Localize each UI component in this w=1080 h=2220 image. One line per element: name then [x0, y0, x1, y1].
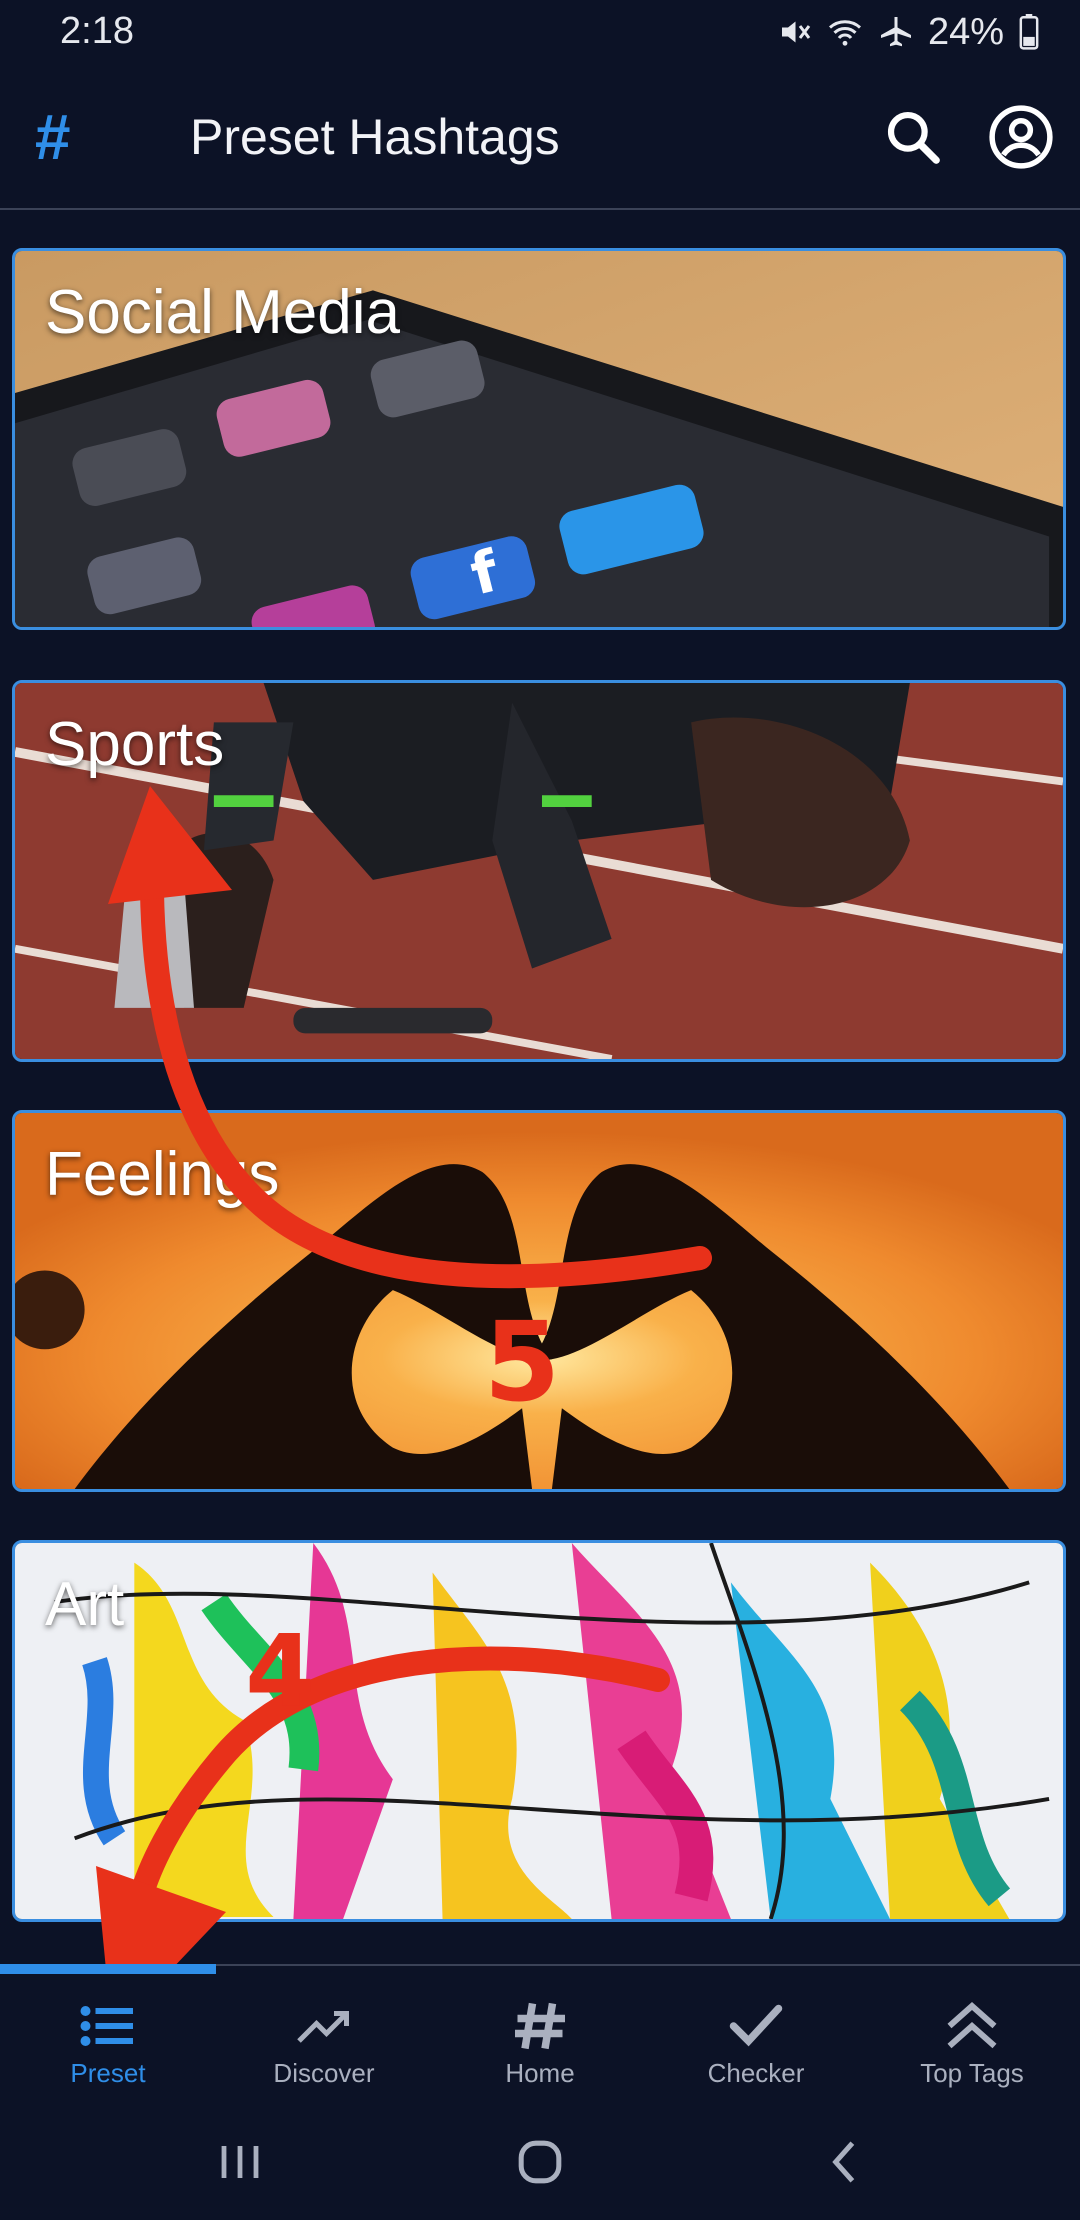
- nav-tab-checker[interactable]: Checker: [648, 1966, 864, 2106]
- status-bar: 2:18 24%: [0, 0, 1080, 64]
- category-card-social-media[interactable]: f Social Media: [12, 248, 1066, 630]
- hashtag-icon: [515, 2002, 565, 2050]
- home-system-button[interactable]: [460, 2104, 620, 2220]
- system-navigation-bar: [0, 2104, 1080, 2220]
- search-icon: [887, 111, 940, 164]
- nav-label-home: Home: [505, 2058, 575, 2088]
- card-label-social-media: Social Media: [45, 278, 400, 347]
- category-card-feelings[interactable]: Feelings: [12, 1110, 1066, 1492]
- wifi-icon: [826, 14, 864, 50]
- nav-tab-top-tags[interactable]: Top Tags: [864, 1966, 1080, 2106]
- nav-label-top-tags: Top Tags: [920, 2058, 1024, 2088]
- hashtag-logo-icon: #: [34, 101, 70, 173]
- checkmark-icon: [729, 2004, 783, 2047]
- search-button[interactable]: [876, 100, 950, 174]
- battery-percent: 24%: [927, 10, 1004, 53]
- double-chevron-up-icon: [947, 2001, 997, 2049]
- nav-label-checker: Checker: [707, 2058, 805, 2088]
- app-bar-divider: [0, 208, 1080, 210]
- recent-apps-icon: [221, 2146, 259, 2178]
- page-title: Preset Hashtags: [190, 109, 560, 165]
- nav-tab-preset[interactable]: Preset: [0, 1966, 216, 2106]
- home-circle-icon: [518, 2140, 562, 2184]
- nav-tab-discover[interactable]: Discover: [216, 1966, 432, 2106]
- category-card-art[interactable]: Art: [12, 1540, 1066, 1922]
- recent-apps-button[interactable]: [160, 2104, 320, 2220]
- account-button[interactable]: [984, 100, 1058, 174]
- mute-icon: [776, 14, 812, 50]
- category-card-sports[interactable]: Sports: [12, 680, 1066, 1062]
- art-image: [15, 1543, 1063, 1919]
- battery-icon: [1018, 14, 1040, 50]
- list-icon: [80, 2006, 133, 2046]
- card-label-feelings: Feelings: [45, 1140, 280, 1209]
- app-bar: # Preset Hashtags: [0, 70, 1080, 208]
- trending-icon: [297, 2011, 349, 2043]
- back-chevron-icon: [832, 2141, 855, 2183]
- account-circle-icon: [989, 105, 1053, 169]
- card-label-art: Art: [45, 1570, 125, 1639]
- status-time: 2:18: [60, 10, 134, 52]
- airplane-icon: [878, 14, 914, 50]
- bottom-navigation: Preset Discover Home Checker Top Tags: [0, 1964, 1080, 2106]
- card-label-sports: Sports: [45, 710, 225, 779]
- nav-label-preset: Preset: [70, 2058, 146, 2088]
- nav-label-discover: Discover: [273, 2058, 375, 2088]
- back-button[interactable]: [764, 2104, 924, 2220]
- status-icons: 24%: [776, 10, 1040, 54]
- nav-tab-home[interactable]: Home: [432, 1966, 648, 2106]
